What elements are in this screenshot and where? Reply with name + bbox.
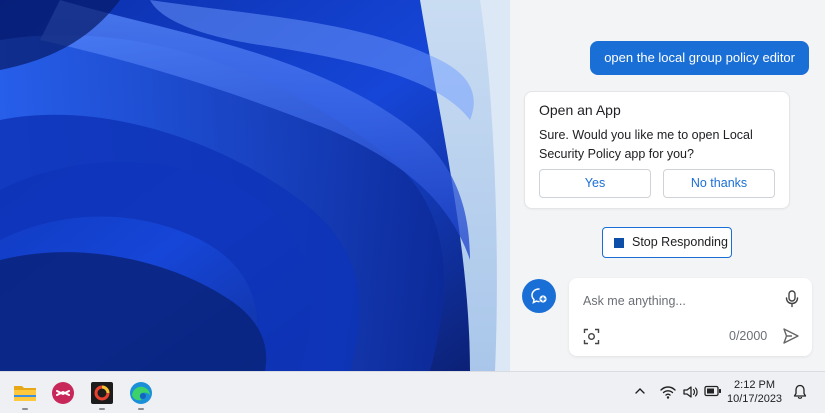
user-message-bubble: open the local group policy editor bbox=[590, 41, 809, 75]
card-text: Sure. Would you like me to open Local Se… bbox=[539, 128, 753, 161]
desktop-wallpaper bbox=[0, 0, 510, 371]
file-explorer-icon[interactable] bbox=[13, 381, 37, 405]
clock-date: 10/17/2023 bbox=[727, 393, 783, 405]
chat-sparkle-icon bbox=[531, 288, 547, 304]
yes-button[interactable]: Yes bbox=[539, 169, 651, 198]
open-app-card: Open an App Sure. Would you like me to o… bbox=[524, 91, 790, 209]
recorder-icon[interactable] bbox=[90, 381, 114, 405]
notification-bell-icon[interactable] bbox=[793, 384, 807, 400]
stop-icon bbox=[614, 238, 624, 248]
battery-icon[interactable] bbox=[704, 385, 722, 397]
card-title: Open an App bbox=[539, 102, 621, 118]
edge-icon[interactable] bbox=[129, 381, 153, 405]
no-thanks-button[interactable]: No thanks bbox=[663, 169, 775, 198]
character-counter: 0/2000 bbox=[729, 329, 768, 343]
visual-search-icon[interactable] bbox=[583, 328, 600, 345]
screenshot-tool-icon[interactable] bbox=[51, 381, 75, 405]
microphone-icon[interactable] bbox=[784, 290, 800, 308]
clock[interactable]: 2:12 PM 10/17/2023 bbox=[727, 378, 783, 406]
running-indicator bbox=[138, 408, 144, 410]
running-indicator bbox=[22, 408, 28, 410]
send-icon[interactable] bbox=[782, 327, 800, 345]
stop-responding-label: Stop Responding bbox=[632, 235, 728, 249]
clock-time: 2:12 PM bbox=[734, 379, 775, 391]
chevron-up-icon[interactable] bbox=[634, 385, 646, 397]
copilot-panel: open the local group policy editor Open … bbox=[510, 0, 825, 371]
taskbar: 2:12 PM 10/17/2023 bbox=[0, 371, 825, 413]
volume-icon[interactable] bbox=[683, 385, 699, 399]
wifi-icon[interactable] bbox=[660, 385, 676, 399]
chat-input-box: 0/2000 bbox=[569, 278, 812, 356]
running-indicator bbox=[99, 408, 105, 410]
stop-responding-button[interactable]: Stop Responding bbox=[602, 227, 732, 258]
new-topic-button[interactable] bbox=[522, 279, 556, 313]
ask-input[interactable] bbox=[581, 290, 775, 312]
